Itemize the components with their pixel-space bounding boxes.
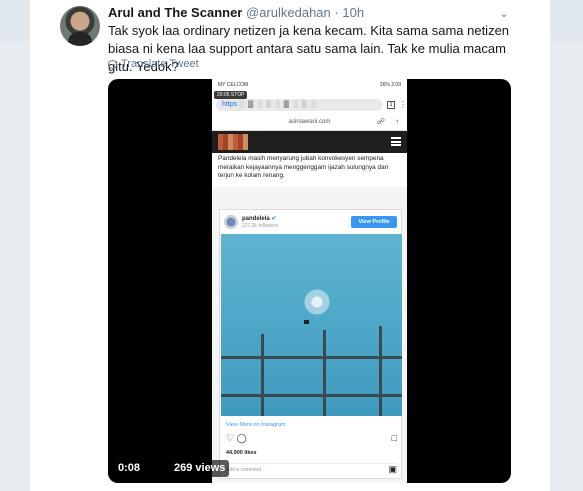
instagram-actions: ♡ ◯ □ bbox=[226, 433, 397, 445]
pool-rail bbox=[261, 334, 264, 416]
video-timestamp: 0:08 bbox=[114, 460, 145, 477]
site-domain: asiroawani.com bbox=[288, 119, 331, 125]
url-blurred: ░ ▓ ░ ▒ ░ ▓ ░ ▒ ░ bbox=[239, 101, 317, 108]
video-player[interactable]: MY CELCOM 26% 2:09 20:05 STOP https ░ ▓ … bbox=[108, 79, 511, 483]
site-header bbox=[212, 131, 407, 153]
hamburger-menu-icon bbox=[391, 137, 401, 146]
instagram-embed: pandelela ✔ 227.3k followers View Profil… bbox=[219, 209, 402, 479]
avatar[interactable] bbox=[60, 6, 100, 46]
tweet-header: Arul and The Scanner @arulkedahan · 10h bbox=[108, 5, 364, 20]
recording-badge: 20:05 STOP bbox=[214, 91, 248, 99]
tweet-card[interactable]: Arul and The Scanner @arulkedahan · 10h … bbox=[29, 0, 551, 491]
url-prefix: https bbox=[222, 101, 238, 108]
pool-rail bbox=[221, 356, 402, 359]
diver-head bbox=[304, 320, 309, 324]
phone-screen-recording: MY CELCOM 26% 2:09 20:05 STOP https ░ ▓ … bbox=[212, 79, 407, 483]
separator-dot: · bbox=[334, 5, 339, 20]
heart-icon: ♡ bbox=[226, 433, 235, 443]
pixelated-logo bbox=[218, 134, 248, 150]
view-profile-button: View Profile bbox=[351, 216, 397, 228]
bookmark-icon: □ bbox=[391, 433, 397, 443]
chevron-down-icon[interactable]: ⌄ bbox=[496, 7, 512, 21]
instagram-avatar bbox=[224, 215, 238, 229]
comment-icon: ◯ bbox=[236, 433, 247, 443]
pool-image bbox=[221, 234, 402, 416]
browser-url-bar: https ░ ▓ ░ ▒ ░ ▓ ░ ▒ ░ bbox=[216, 99, 383, 111]
instagram-icon: ▣ bbox=[388, 464, 397, 474]
translate-label: Translate Tweet bbox=[121, 58, 199, 70]
tweet-time[interactable]: 10h bbox=[342, 5, 364, 20]
carrier-label: MY CELCOM bbox=[218, 82, 249, 88]
author-name[interactable]: Arul and The Scanner bbox=[108, 5, 242, 20]
diver-splash bbox=[303, 284, 331, 320]
view-more-instagram-link: View More on Instagram bbox=[226, 422, 286, 428]
globe-icon bbox=[108, 59, 117, 69]
share-icon: ↑ bbox=[395, 117, 399, 126]
browser-menu-icon: ⋮ bbox=[399, 100, 407, 109]
author-handle[interactable]: @arulkedahan bbox=[246, 5, 331, 20]
site-domain-bar: asiroawani.com ☍ ↑ bbox=[212, 113, 407, 131]
pool-rail bbox=[221, 394, 402, 397]
instagram-comment-placeholder: Add a comment... bbox=[226, 463, 397, 473]
translate-tweet-link[interactable]: Translate Tweet bbox=[108, 58, 199, 70]
pool-rail bbox=[323, 330, 326, 416]
video-view-count: 269 views bbox=[170, 460, 230, 477]
link-icon: ☍ bbox=[376, 117, 385, 126]
verified-badge-icon: ✔ bbox=[271, 216, 277, 222]
tabs-icon: 1 bbox=[387, 101, 395, 109]
instagram-username: pandelela ✔ bbox=[242, 216, 277, 222]
instagram-likes: 44,900 likes bbox=[226, 450, 257, 456]
article-text: Pandelela masih menyarung jubah konvokes… bbox=[212, 153, 407, 187]
browser-url-row: 20:05 STOP https ░ ▓ ░ ▒ ░ ▓ ░ ▒ ░ 1 ⋮ bbox=[212, 91, 407, 113]
phone-status-bar: MY CELCOM 26% 2:09 bbox=[212, 79, 407, 91]
instagram-header: pandelela ✔ 227.3k followers View Profil… bbox=[220, 210, 401, 232]
battery-time-label: 26% 2:09 bbox=[379, 82, 401, 88]
instagram-followers: 227.3k followers bbox=[242, 223, 279, 229]
pool-rail bbox=[379, 326, 382, 416]
